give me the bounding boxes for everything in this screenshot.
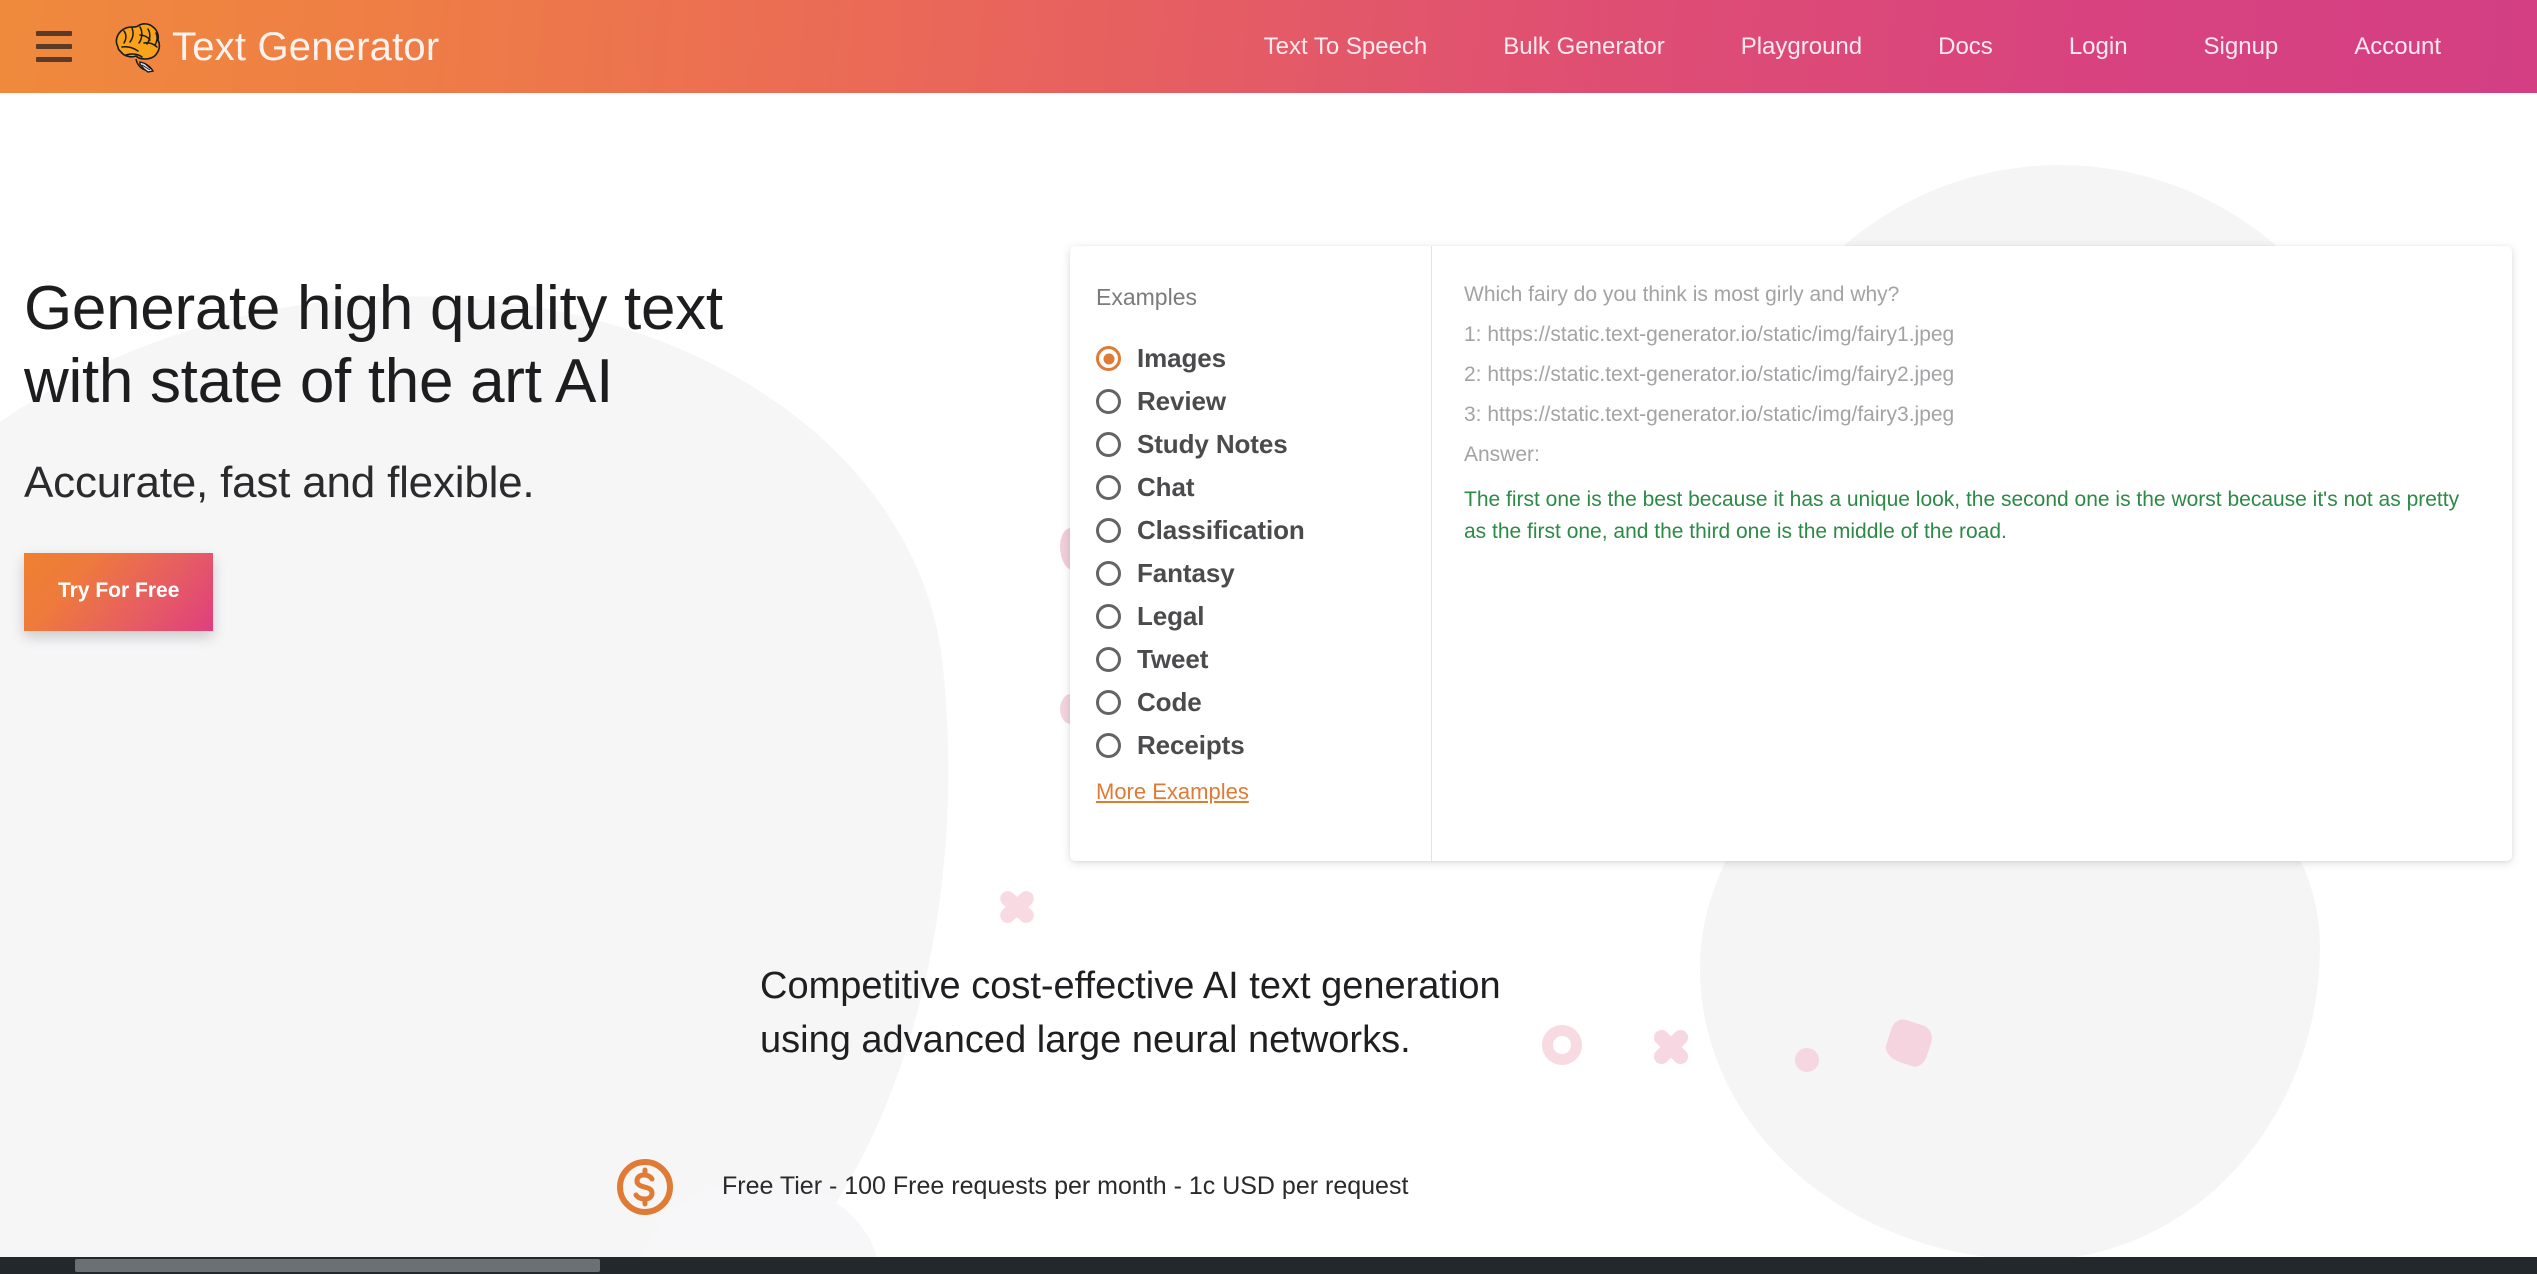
example-option-label: Legal	[1137, 601, 1205, 631]
radio-icon[interactable]	[1096, 647, 1121, 672]
hamburger-bar	[36, 57, 72, 62]
nav-item-login[interactable]: Login	[2031, 23, 2166, 71]
page-root: Text Generator Text To Speech Bulk Gener…	[0, 0, 2537, 1274]
example-option-label: Tweet	[1137, 644, 1209, 674]
hamburger-bar	[36, 44, 72, 49]
example-option-label: Chat	[1137, 472, 1195, 502]
main-nav: Text To Speech Bulk Generator Playground…	[1226, 23, 2537, 71]
example-option-label: Images	[1137, 343, 1227, 373]
example-option-images[interactable]: Images	[1094, 337, 1431, 380]
examples-options-panel: Examples Images Review Study Notes Chat …	[1070, 246, 1432, 861]
example-option-label: Code	[1137, 687, 1202, 717]
page-title: Generate high quality text with state of…	[24, 272, 924, 418]
prompt-answer-label: Answer:	[1464, 443, 1540, 467]
pricing-row: Free Tier - 100 Free requests per month …	[614, 1156, 1860, 1218]
radio-icon[interactable]	[1096, 432, 1121, 457]
prompt-line: 1: https://static.text-generator.io/stat…	[1464, 323, 1955, 347]
brain-logo-icon	[115, 22, 161, 73]
example-option-label: Review	[1137, 386, 1227, 416]
more-examples-link[interactable]: More Examples	[1096, 779, 1249, 805]
radio-icon[interactable]	[1096, 604, 1121, 629]
pricing-text: Free Tier - 100 Free requests per month …	[722, 1172, 1409, 1201]
radio-icon[interactable]	[1096, 475, 1121, 500]
example-option-label: Study Notes	[1137, 429, 1288, 459]
example-output-panel: Which fairy do you think is most girly a…	[1432, 246, 2512, 861]
prompt-line: 3: https://static.text-generator.io/stat…	[1464, 403, 1955, 427]
example-option-fantasy[interactable]: Fantasy	[1094, 552, 1431, 595]
prompt-line: 2: https://static.text-generator.io/stat…	[1464, 363, 1955, 387]
confetti-triangle-icon	[1882, 1016, 1936, 1070]
brand-home-link[interactable]: Text Generator	[110, 21, 439, 73]
radio-icon[interactable]	[1096, 518, 1121, 543]
radio-icon[interactable]	[1096, 690, 1121, 715]
example-option-label: Classification	[1137, 515, 1305, 545]
confetti-cross-icon	[995, 885, 1039, 929]
nav-item-signup[interactable]: Signup	[2166, 23, 2317, 71]
try-for-free-button[interactable]: Try For Free	[24, 553, 214, 632]
site-header: Text Generator Text To Speech Bulk Gener…	[0, 0, 2537, 93]
example-option-study-notes[interactable]: Study Notes	[1094, 423, 1431, 466]
example-option-label: Receipts	[1137, 730, 1245, 760]
hamburger-bar	[36, 31, 72, 36]
example-option-code[interactable]: Code	[1094, 681, 1431, 724]
radio-icon-selected[interactable]	[1096, 346, 1121, 371]
hero-subtitle: Accurate, fast and flexible.	[24, 458, 535, 508]
nav-item-bulk-generator[interactable]: Bulk Generator	[1465, 23, 1702, 71]
example-option-receipts[interactable]: Receipts	[1094, 724, 1431, 767]
example-option-review[interactable]: Review	[1094, 380, 1431, 423]
examples-label: Examples	[1096, 284, 1197, 310]
nav-item-text-to-speech[interactable]: Text To Speech	[1226, 23, 1466, 71]
nav-item-account[interactable]: Account	[2316, 23, 2479, 71]
horizontal-scrollbar-thumb[interactable]	[75, 1259, 600, 1272]
background-blob-left-lower	[0, 820, 640, 1274]
example-option-legal[interactable]: Legal	[1094, 595, 1431, 638]
horizontal-scrollbar[interactable]	[0, 1257, 2537, 1274]
nav-item-docs[interactable]: Docs	[1900, 23, 2031, 71]
hamburger-menu-icon[interactable]	[36, 27, 82, 67]
radio-icon[interactable]	[1096, 733, 1121, 758]
value-proposition-headline: Competitive cost-effective AI text gener…	[760, 965, 1501, 1061]
prompt-line: Which fairy do you think is most girly a…	[1464, 283, 1900, 306]
example-option-classification[interactable]: Classification	[1094, 509, 1431, 552]
radio-icon[interactable]	[1096, 389, 1121, 414]
example-option-chat[interactable]: Chat	[1094, 466, 1431, 509]
example-option-tweet[interactable]: Tweet	[1094, 638, 1431, 681]
hero-title-line-2: with state of the art AI	[24, 347, 614, 417]
generated-answer-text: The first one is the best because it has…	[1464, 488, 2460, 543]
examples-card: Examples Images Review Study Notes Chat …	[1070, 246, 2512, 861]
nav-item-playground[interactable]: Playground	[1703, 23, 1900, 71]
hero-title-line-1: Generate high quality text	[24, 274, 723, 343]
example-option-label: Fantasy	[1137, 558, 1235, 588]
brand-name: Text Generator	[172, 24, 440, 69]
dollar-coin-icon	[617, 1158, 673, 1215]
hero-section: Generate high quality text with state of…	[24, 272, 924, 632]
radio-icon[interactable]	[1096, 561, 1121, 586]
value-proposition-section: Competitive cost-effective AI text gener…	[617, 960, 1860, 1218]
